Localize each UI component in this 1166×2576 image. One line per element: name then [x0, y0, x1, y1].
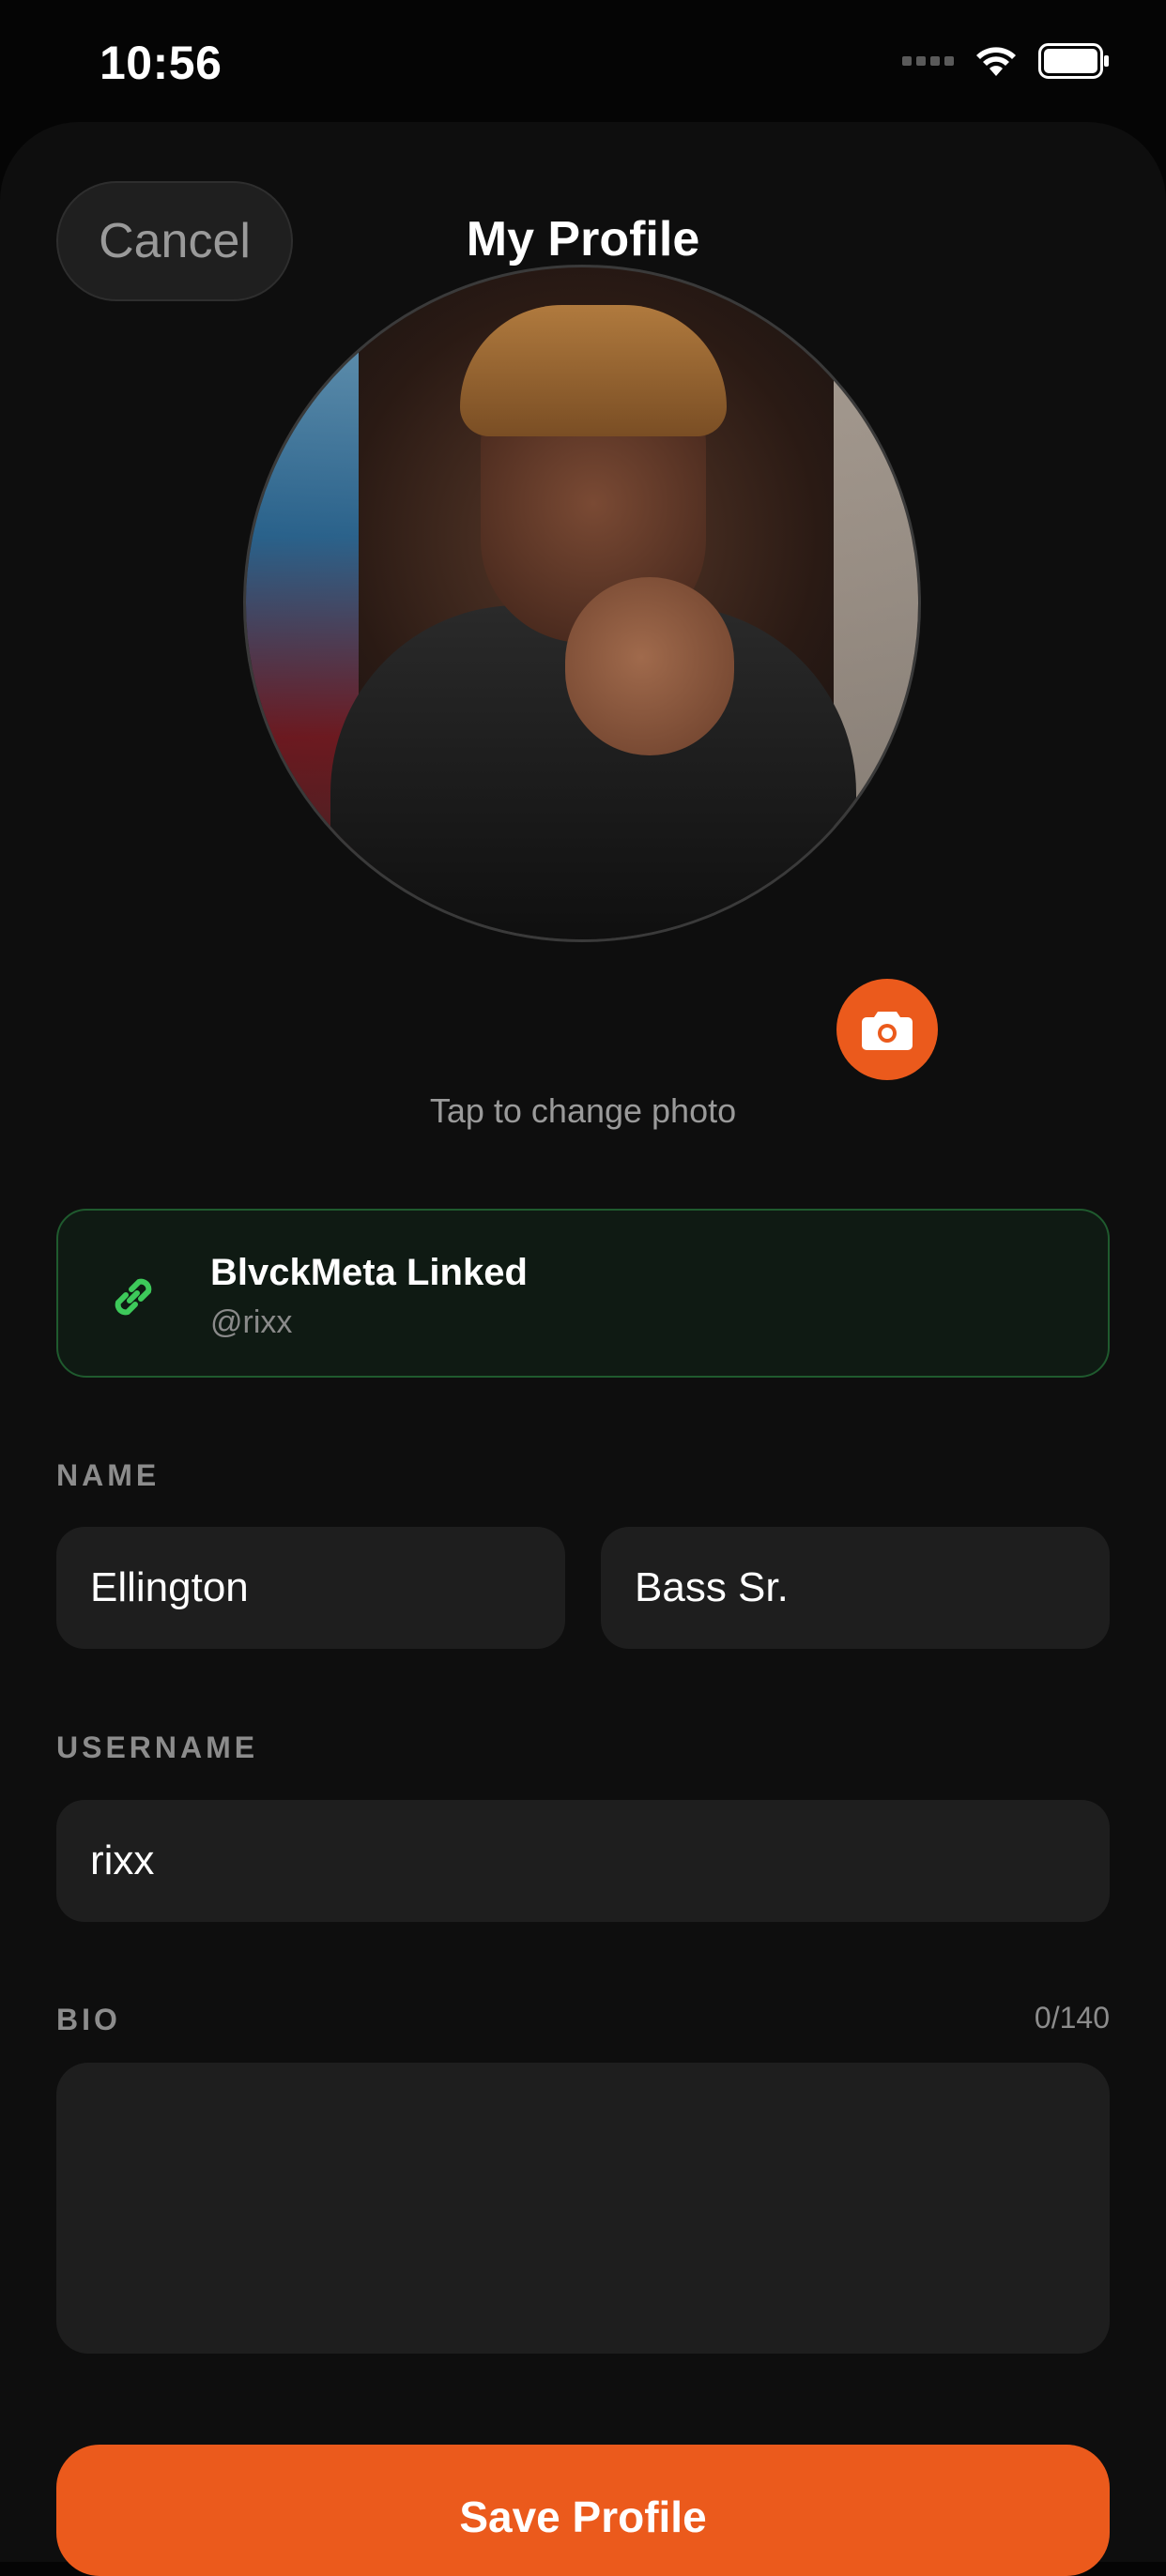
status-icons — [902, 43, 1110, 79]
save-profile-button[interactable]: Save Profile — [56, 2445, 1110, 2576]
battery-icon — [1038, 43, 1109, 79]
change-photo-button[interactable] — [836, 979, 938, 1080]
last-name-field[interactable]: Bass Sr. — [601, 1527, 1110, 1649]
cellular-signal-icon — [902, 56, 954, 66]
first-name-field[interactable]: Ellington — [56, 1527, 565, 1649]
name-section-label: NAME — [56, 1458, 161, 1492]
camera-icon — [862, 1012, 913, 1050]
bio-textarea[interactable] — [56, 2063, 1110, 2354]
profile-photo[interactable] — [243, 265, 921, 942]
username-field[interactable]: rixx — [56, 1800, 1110, 1922]
linked-account-card: BlvckMeta Linked @rixx — [56, 1209, 1110, 1378]
status-bar: 10:56 — [0, 0, 1166, 122]
page-title: My Profile — [466, 212, 700, 267]
username-section-label: USERNAME — [56, 1730, 259, 1764]
linked-account-title: BlvckMeta Linked — [210, 1252, 528, 1293]
linked-account-handle: @rixx — [210, 1304, 293, 1340]
wifi-icon — [976, 47, 1016, 76]
bio-section-label: BIO — [56, 2003, 121, 2036]
status-time: 10:56 — [100, 37, 222, 89]
change-photo-hint: Tap to change photo — [429, 1091, 737, 1130]
link-icon — [115, 1278, 152, 1316]
bio-character-counter: 0/140 — [1034, 2001, 1110, 2035]
photo-beanie — [460, 305, 727, 436]
photo-hand — [565, 577, 734, 755]
